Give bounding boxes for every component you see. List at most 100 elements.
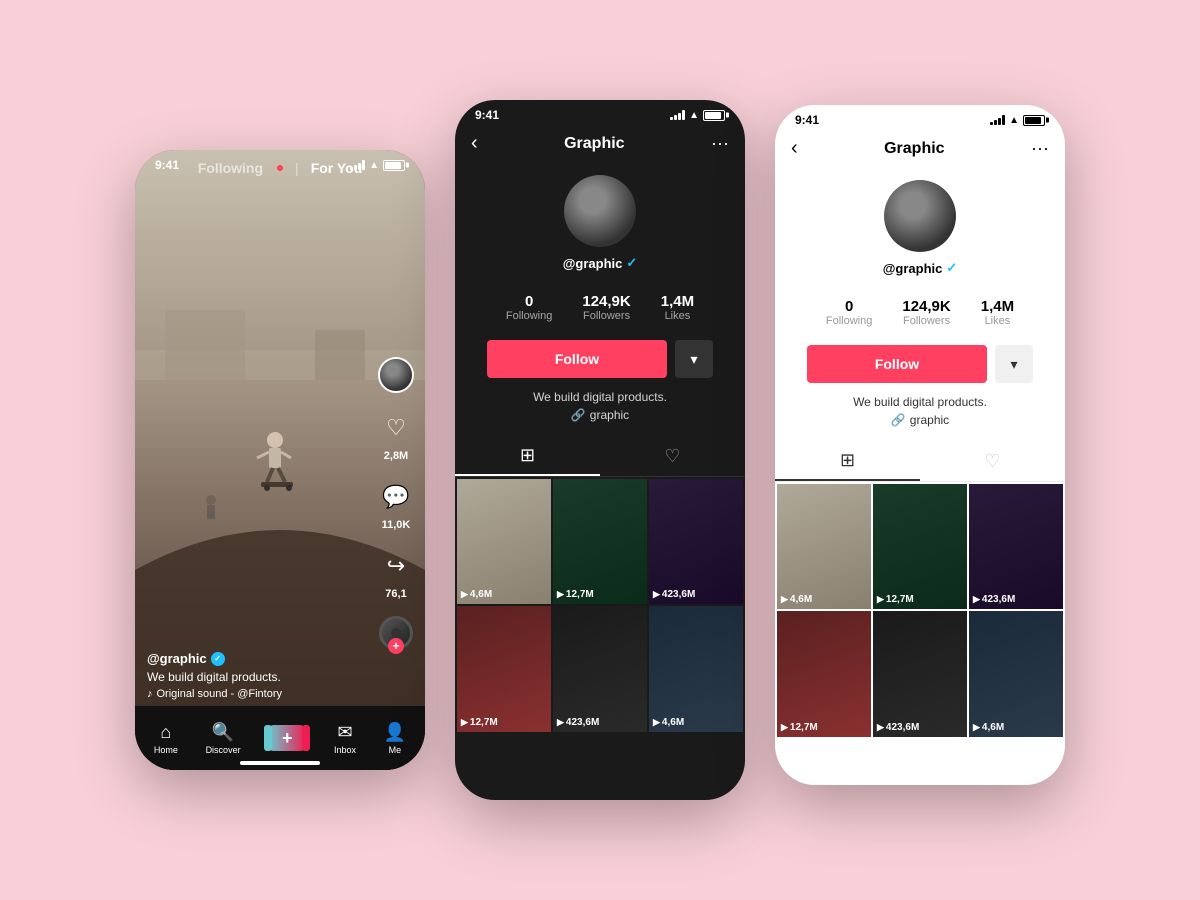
video-grid-light: ▶ 4,6M▶ 12,7M▶ 423,6M▶ 12,7M▶ 423,6M▶ 4,… xyxy=(775,482,1065,739)
profile-avatar-area-dark: @graphic ✓ xyxy=(455,165,745,283)
tab-liked-light[interactable]: ♡ xyxy=(920,441,1065,481)
music-note-icon: ♪ xyxy=(147,688,153,700)
like-button[interactable]: ♡ 2,8M xyxy=(377,409,415,462)
bio-text-dark: We build digital products. xyxy=(475,390,725,404)
side-actions: + ♡ 2,8M 💬 11,0K ↪ 76,1 xyxy=(377,357,415,650)
thumb-count: ▶ 423,6M xyxy=(557,717,599,728)
follow-button-light[interactable]: Follow xyxy=(807,345,987,383)
video-thumbnail[interactable]: ▶ 423,6M xyxy=(649,479,743,604)
stat-followers-dark: 124,9K Followers xyxy=(582,293,630,322)
thumb-count: ▶ 12,7M xyxy=(781,722,818,733)
video-thumbnail[interactable]: ▶ 12,7M xyxy=(553,479,647,604)
nav-home[interactable]: ⌂ Home xyxy=(154,722,178,755)
stat-following-dark: 0 Following xyxy=(506,293,552,322)
video-sound: ♪ Original sound - @Fintory xyxy=(147,688,370,700)
tab-liked-dark[interactable]: ♡ xyxy=(600,436,745,476)
wifi-icon-3: ▲ xyxy=(1009,115,1019,126)
comment-button[interactable]: 💬 11,0K xyxy=(377,478,415,531)
video-thumbnail[interactable]: ▶ 12,7M xyxy=(457,606,551,731)
video-thumbnail[interactable]: ▶ 4,6M xyxy=(969,611,1063,736)
tabs-row-light: ⊞ ♡ xyxy=(775,441,1065,482)
profile-header-dark: ‹ Graphic ··· xyxy=(455,126,745,165)
avatar-image-light xyxy=(884,180,956,252)
bottom-navigation: ⌂ Home 🔍 Discover + ✉ Inbox 👤 xyxy=(135,705,425,770)
nav-inbox[interactable]: ✉ Inbox xyxy=(334,722,356,755)
thumb-count: ▶ 423,6M xyxy=(877,722,919,733)
thumb-count: ▶ 423,6M xyxy=(973,594,1015,605)
stat-followers-light: 124,9K Followers xyxy=(902,298,950,327)
signal-icon-3 xyxy=(990,115,1005,125)
video-thumbnail[interactable]: ▶ 4,6M xyxy=(777,484,871,609)
stats-row-light: 0 Following 124,9K Followers 1,4M Likes xyxy=(775,298,1065,327)
tab-grid-dark[interactable]: ⊞ xyxy=(455,436,600,476)
wifi-icon-2: ▲ xyxy=(689,110,699,121)
more-button-phone2[interactable]: ··· xyxy=(711,133,729,154)
follow-row-dark: Follow ▾ xyxy=(455,332,745,386)
profile-title-phone3: Graphic xyxy=(884,140,944,158)
share-icon: ↪ xyxy=(377,547,415,585)
nav-discover[interactable]: 🔍 Discover xyxy=(206,722,241,755)
video-thumbnail[interactable]: ▶ 423,6M xyxy=(553,606,647,731)
follow-button-dark[interactable]: Follow xyxy=(487,340,667,378)
profile-avatar-light xyxy=(884,180,956,252)
creator-avatar-btn[interactable]: + xyxy=(378,357,414,393)
signal-icon-2 xyxy=(670,110,685,120)
more-button-phone3[interactable]: ··· xyxy=(1031,138,1049,159)
profile-avatar-area-light: @graphic ✓ xyxy=(775,170,1065,288)
dropdown-button-light[interactable]: ▾ xyxy=(995,345,1033,383)
back-button-phone3[interactable]: ‹ xyxy=(791,137,798,160)
profile-title-phone2: Graphic xyxy=(564,135,624,153)
nav-me[interactable]: 👤 Me xyxy=(384,722,406,755)
share-button[interactable]: ↪ 76,1 xyxy=(377,547,415,600)
video-thumbnail[interactable]: ▶ 12,7M xyxy=(777,611,871,736)
phone-3-light-profile: 9:41 ▲ ‹ Graphic ··· @graphic ✓ 0 Foll xyxy=(775,105,1065,785)
video-bottom-info: @graphic ✓ We build digital products. ♪ … xyxy=(147,651,370,700)
video-thumbnail[interactable]: ▶ 4,6M xyxy=(649,606,743,731)
status-bar-phone1: 9:41 ▲ xyxy=(135,150,425,176)
thumb-count: ▶ 4,6M xyxy=(461,589,492,600)
thumb-count: ▶ 4,6M xyxy=(973,722,1004,733)
phone-2-dark-profile: 9:41 ▲ ‹ Graphic ··· @graphic ✓ 0 Foll xyxy=(455,100,745,800)
link-icon-dark: 🔗 xyxy=(571,408,586,422)
tab-grid-light[interactable]: ⊞ xyxy=(775,441,920,481)
video-thumbnail[interactable]: ▶ 4,6M xyxy=(457,479,551,604)
battery-icon xyxy=(383,160,405,171)
profile-handle-light: @graphic ✓ xyxy=(883,260,958,276)
status-time-phone3: 9:41 xyxy=(795,113,819,127)
thumb-count: ▶ 423,6M xyxy=(653,589,695,600)
video-thumbnail[interactable]: ▶ 423,6M xyxy=(969,484,1063,609)
bio-area-dark: We build digital products. 🔗 graphic xyxy=(455,386,745,430)
back-button-phone2[interactable]: ‹ xyxy=(471,132,478,155)
create-button[interactable]: + xyxy=(268,725,306,751)
profile-header-light: ‹ Graphic ··· xyxy=(775,131,1065,170)
comment-icon: 💬 xyxy=(377,478,415,516)
video-username[interactable]: @graphic ✓ xyxy=(147,651,370,666)
stat-following-light: 0 Following xyxy=(826,298,872,327)
battery-icon-3 xyxy=(1023,115,1045,126)
heart-icon: ♡ xyxy=(377,409,415,447)
video-grid-dark: ▶ 4,6M ▶ 12,7M ▶ 423,6M ▶ 12,7M ▶ 423,6M ▶ 4,… xyxy=(455,477,745,734)
feed-overlay: 9:41 ▲ Following | For You xyxy=(135,150,425,770)
home-indicator xyxy=(240,761,320,765)
nav-create[interactable]: + xyxy=(268,725,306,751)
search-icon: 🔍 xyxy=(212,722,234,743)
follow-plus-icon: + xyxy=(388,638,404,654)
signal-icon xyxy=(350,160,365,170)
bio-link-dark[interactable]: 🔗 graphic xyxy=(475,408,725,422)
status-time-phone1: 9:41 xyxy=(155,158,179,172)
bio-text-light: We build digital products. xyxy=(795,395,1045,409)
inbox-icon: ✉ xyxy=(337,722,352,743)
status-bar-phone2: 9:41 ▲ xyxy=(455,100,745,126)
wifi-icon: ▲ xyxy=(369,160,379,171)
dropdown-button-dark[interactable]: ▾ xyxy=(675,340,713,378)
tabs-row-dark: ⊞ ♡ xyxy=(455,436,745,477)
video-thumbnail[interactable]: ▶ 423,6M xyxy=(873,611,967,736)
video-thumbnail[interactable]: ▶ 12,7M xyxy=(873,484,967,609)
phone-1-video-feed: 9:41 ▲ Following | For You xyxy=(135,150,425,770)
creator-avatar xyxy=(378,357,414,393)
thumb-count: ▶ 12,7M xyxy=(557,589,594,600)
bio-link-light[interactable]: 🔗 graphic xyxy=(795,413,1045,427)
bio-area-light: We build digital products. 🔗 graphic xyxy=(775,391,1065,435)
share-count: 76,1 xyxy=(385,588,406,600)
avatar-image-dark xyxy=(564,175,636,247)
